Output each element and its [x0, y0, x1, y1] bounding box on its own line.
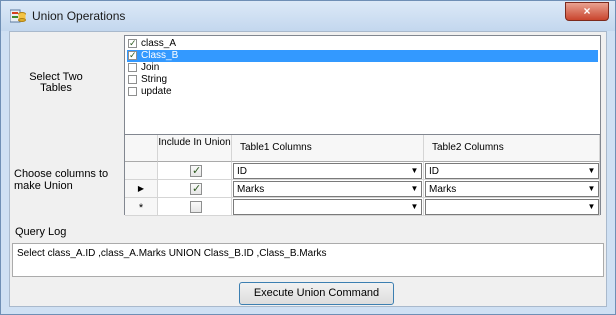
close-icon: × [583, 4, 591, 18]
table1-cell[interactable]: ID ▼ [232, 162, 424, 180]
table-checkbox[interactable] [128, 75, 137, 84]
include-checkbox[interactable] [190, 164, 202, 177]
row-header[interactable]: ▶ [125, 180, 158, 198]
execute-union-button[interactable]: Execute Union Command [239, 282, 394, 305]
dropdown-arrow-icon[interactable]: ▼ [585, 182, 598, 196]
select-tables-label: Select Two Tables [29, 71, 83, 94]
table-list-item[interactable]: class_A [127, 37, 598, 50]
table-checkbox[interactable] [128, 37, 137, 49]
table1-column-combo[interactable]: ID ▼ [233, 163, 422, 179]
include-checkbox[interactable] [190, 201, 202, 213]
include-column-header[interactable]: Include In Union [158, 135, 232, 162]
dropdown-arrow-icon[interactable]: ▼ [585, 200, 598, 214]
table2-column-combo[interactable]: ▼ [425, 199, 599, 215]
dropdown-arrow-icon[interactable]: ▼ [408, 182, 421, 196]
title-bar[interactable]: Union Operations × [1, 1, 615, 31]
table1-column-combo[interactable]: ▼ [233, 199, 422, 215]
include-cell[interactable] [158, 180, 232, 198]
grid-row[interactable]: ID ▼ ID ▼ [125, 162, 600, 180]
window-title: Union Operations [32, 9, 126, 23]
row-header[interactable]: * [125, 198, 158, 216]
table-checkbox[interactable] [128, 87, 137, 96]
include-checkbox[interactable] [190, 182, 202, 195]
database-form-icon [10, 9, 26, 23]
table2-column-header[interactable]: Table2 Columns [424, 135, 600, 162]
table1-cell[interactable]: ▼ [232, 198, 424, 216]
table-list-item[interactable]: String [127, 74, 598, 86]
table1-column-header[interactable]: Table1 Columns [232, 135, 424, 162]
dropdown-arrow-icon[interactable]: ▼ [408, 164, 421, 178]
table-list-item[interactable]: Join [127, 62, 598, 74]
dropdown-arrow-icon[interactable]: ▼ [408, 200, 421, 214]
union-operations-window: Union Operations × Select Two Tables cla… [0, 0, 616, 315]
table-checkbox[interactable] [128, 63, 137, 72]
table-list-item[interactable]: update [127, 86, 598, 98]
table-checkbox[interactable] [128, 49, 137, 61]
dropdown-arrow-icon[interactable]: ▼ [585, 164, 598, 178]
table-list-item[interactable]: Class_B [127, 49, 598, 62]
include-cell[interactable] [158, 198, 232, 216]
grid-corner-header [125, 135, 158, 162]
include-cell[interactable] [158, 162, 232, 180]
table1-column-combo[interactable]: Marks ▼ [233, 181, 422, 197]
query-log-label: Query Log [15, 226, 67, 238]
table1-cell[interactable]: Marks ▼ [232, 180, 424, 198]
choose-columns-label: Choose columns to make Union [14, 168, 109, 192]
row-header[interactable] [125, 162, 158, 180]
table2-cell[interactable]: ▼ [424, 198, 600, 216]
grid-row[interactable]: * ▼ ▼ [125, 198, 600, 216]
table2-cell[interactable]: Marks ▼ [424, 180, 600, 198]
table2-column-combo[interactable]: ID ▼ [425, 163, 599, 179]
table2-column-combo[interactable]: Marks ▼ [425, 181, 599, 197]
grid-row[interactable]: ▶ Marks ▼ Marks ▼ [125, 180, 600, 198]
close-button[interactable]: × [565, 2, 609, 21]
query-log-box[interactable]: Select class_A.ID ,class_A.Marks UNION C… [12, 243, 604, 277]
query-log-text: Select class_A.ID ,class_A.Marks UNION C… [17, 248, 327, 259]
union-columns-grid[interactable]: Include In Union Table1 Columns Table2 C… [124, 134, 601, 216]
form-client-area: Select Two Tables class_A Class_B Join S… [9, 31, 607, 307]
table2-cell[interactable]: ID ▼ [424, 162, 600, 180]
